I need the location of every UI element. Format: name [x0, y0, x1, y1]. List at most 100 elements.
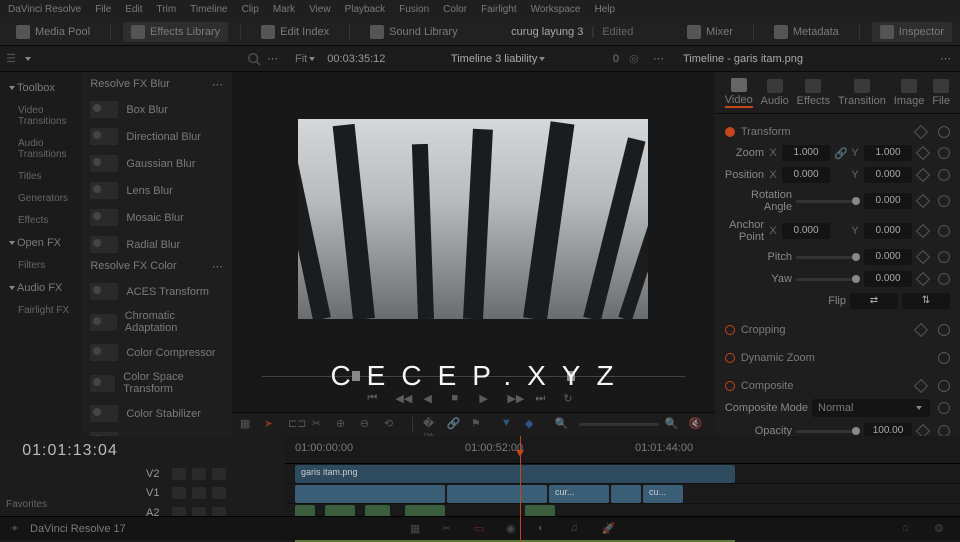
more-icon[interactable]: ⋯: [212, 78, 224, 91]
menu-item[interactable]: Workspace: [531, 4, 581, 15]
clip[interactable]: cur...: [549, 485, 609, 503]
metadata-button[interactable]: Metadata: [766, 22, 847, 42]
arrow-tool-icon[interactable]: ➤: [264, 417, 282, 433]
flag-icon[interactable]: ⚑: [471, 417, 489, 433]
playhead[interactable]: [520, 436, 521, 542]
fx-item[interactable]: Color Space Transform: [82, 366, 232, 400]
keyframe-icon[interactable]: [916, 250, 930, 264]
fairlight-page-icon[interactable]: ♫: [570, 522, 586, 536]
keyframe-icon[interactable]: [916, 424, 930, 436]
anchor-x-input[interactable]: 0.000: [782, 223, 830, 239]
menu-item[interactable]: Timeline: [190, 4, 227, 15]
reset-icon[interactable]: [938, 195, 950, 207]
opacity-slider[interactable]: [796, 430, 860, 433]
zoom-x-input[interactable]: 1.000: [782, 145, 830, 161]
reset-icon[interactable]: [938, 324, 950, 336]
menu-item[interactable]: Edit: [125, 4, 142, 15]
rotation-slider[interactable]: [796, 200, 860, 203]
more-icon[interactable]: ⋯: [212, 260, 224, 273]
clip[interactable]: [611, 485, 641, 503]
zoom-out-icon[interactable]: 🔍: [555, 417, 573, 433]
stop-button[interactable]: ■: [451, 392, 467, 406]
more-icon[interactable]: ⋯: [653, 52, 665, 65]
insert-icon[interactable]: ⊕: [336, 417, 354, 433]
blade-tool-icon[interactable]: ✂: [312, 417, 330, 433]
reset-icon[interactable]: [938, 352, 950, 364]
sidebar-item[interactable]: Effects: [4, 211, 78, 230]
anchor-y-input[interactable]: 0.000: [864, 223, 912, 239]
keyframe-icon[interactable]: [916, 146, 930, 160]
chevron-down-icon[interactable]: [25, 57, 31, 61]
reset-icon[interactable]: [938, 402, 950, 414]
fx-item[interactable]: Color Stabilizer: [82, 400, 232, 427]
viewer-scrubber[interactable]: [232, 366, 715, 386]
clip[interactable]: [295, 485, 445, 503]
list-view-icon[interactable]: ☰: [6, 52, 20, 66]
track-header[interactable]: V1: [140, 484, 285, 504]
zoom-slider[interactable]: [579, 423, 659, 426]
lock-icon[interactable]: [172, 487, 186, 499]
sound-library-button[interactable]: Sound Library: [362, 22, 466, 42]
keyframe-icon[interactable]: [916, 272, 930, 286]
keyframe-icon[interactable]: [916, 224, 930, 238]
zoom-in-icon[interactable]: 🔍: [665, 417, 683, 433]
effects-library-button[interactable]: Effects Library: [123, 22, 228, 42]
replace-icon[interactable]: ⟲: [384, 417, 402, 433]
color-page-icon[interactable]: ◐: [538, 522, 554, 536]
fx-item[interactable]: ACES Transform: [82, 278, 232, 305]
marker-icon[interactable]: ◆: [525, 417, 543, 433]
reset-icon[interactable]: [938, 425, 950, 436]
fit-dropdown[interactable]: Fit: [295, 53, 317, 65]
openfx-header[interactable]: Open FX: [4, 233, 78, 253]
fx-item[interactable]: Box Blur: [82, 96, 232, 123]
tab-effects[interactable]: Effects: [797, 79, 830, 107]
pos-x-input[interactable]: 0.000: [782, 167, 830, 183]
menu-item[interactable]: Trim: [157, 4, 177, 15]
media-pool-button[interactable]: Media Pool: [8, 22, 98, 42]
sidebar-item[interactable]: Filters: [4, 256, 78, 275]
play-reverse-button[interactable]: ◀: [423, 392, 439, 406]
tab-audio[interactable]: Audio: [761, 79, 789, 107]
tab-image[interactable]: Image: [894, 79, 925, 107]
overwrite-icon[interactable]: ⊖: [360, 417, 378, 433]
fx-item[interactable]: Lens Blur: [82, 177, 232, 204]
reset-icon[interactable]: [938, 273, 950, 285]
settings-icon[interactable]: ⚙: [934, 522, 950, 536]
enable-icon[interactable]: [212, 468, 226, 480]
first-frame-button[interactable]: ⏮: [367, 392, 383, 406]
fx-item[interactable]: Gaussian Blur: [82, 150, 232, 177]
fx-item[interactable]: Color Compressor: [82, 339, 232, 366]
sidebar-item[interactable]: Titles: [4, 167, 78, 186]
fx-item[interactable]: Chromatic Adaptation: [82, 305, 232, 339]
reset-icon[interactable]: [938, 251, 950, 263]
tab-transition[interactable]: Transition: [838, 79, 886, 107]
reset-icon[interactable]: [938, 147, 950, 159]
deliver-page-icon[interactable]: 🚀: [602, 522, 618, 536]
clip[interactable]: garis itam.png: [295, 465, 735, 483]
edit-page-icon[interactable]: ▭: [474, 522, 490, 536]
reset-icon[interactable]: [938, 126, 950, 138]
snap-icon[interactable]: �磁: [423, 417, 441, 433]
keyframe-icon[interactable]: [914, 379, 928, 393]
menu-item[interactable]: Help: [594, 4, 615, 15]
timeline-name-dropdown[interactable]: Timeline 3 liability: [451, 53, 547, 65]
fx-item[interactable]: Contrast Pop: [82, 427, 232, 436]
clip[interactable]: [447, 485, 547, 503]
pitch-slider[interactable]: [796, 256, 860, 259]
clip[interactable]: cu...: [643, 485, 683, 503]
sidebar-item[interactable]: Video Transitions: [4, 101, 78, 131]
bypass-icon[interactable]: ◎: [629, 52, 643, 66]
fx-item[interactable]: Mosaic Blur: [82, 204, 232, 231]
tab-video[interactable]: Video: [725, 78, 753, 108]
auto-select-icon[interactable]: [192, 487, 206, 499]
menu-item[interactable]: Clip: [242, 4, 259, 15]
prev-button[interactable]: ◀◀: [395, 392, 411, 406]
composite-mode-dropdown[interactable]: Normal: [812, 399, 930, 417]
keyframe-icon[interactable]: [914, 125, 928, 139]
mute-icon[interactable]: 🔇: [689, 417, 707, 433]
tab-file[interactable]: File: [932, 79, 950, 107]
audiofx-header[interactable]: Audio FX: [4, 278, 78, 298]
marker-icon[interactable]: ▼: [501, 417, 519, 433]
menu-item[interactable]: Playback: [345, 4, 386, 15]
play-button[interactable]: ▶: [479, 392, 495, 406]
